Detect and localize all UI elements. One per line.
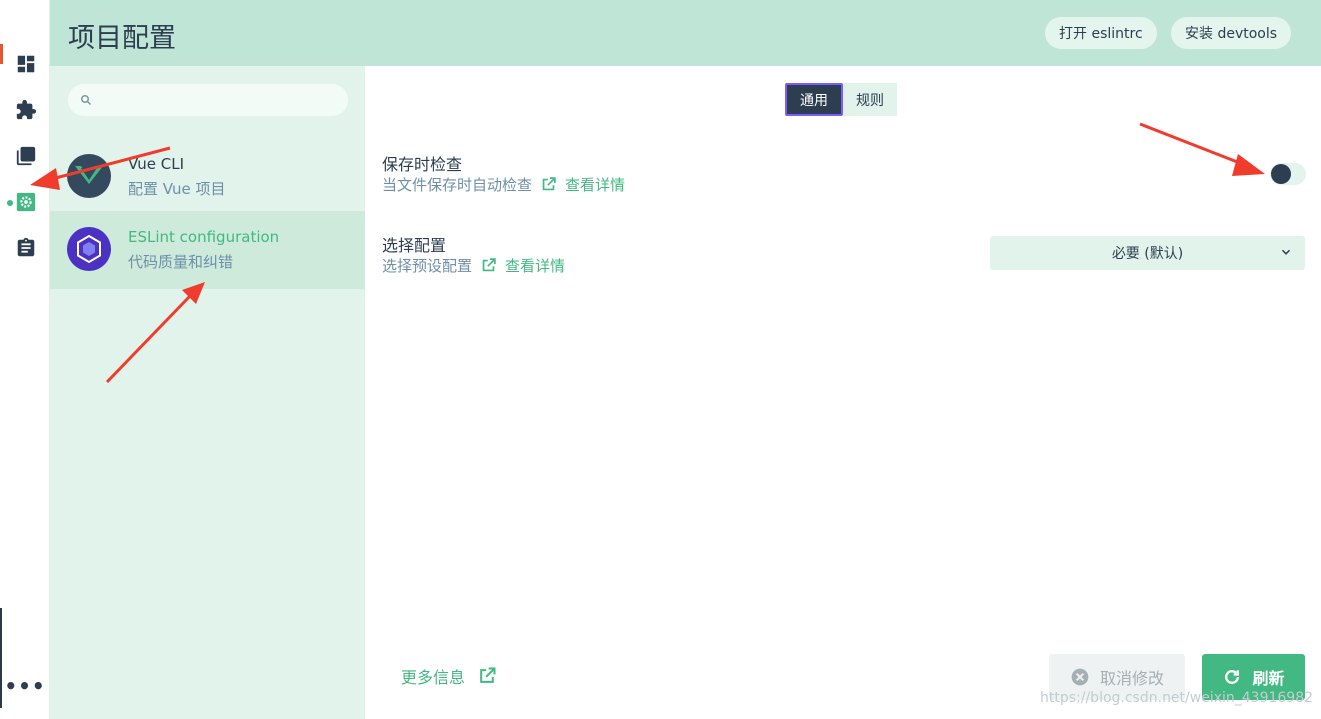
- plugin-description: 配置 Vue 项目: [128, 180, 226, 198]
- external-link-icon: [480, 667, 496, 683]
- refresh-icon: [1225, 670, 1240, 684]
- external-link-icon[interactable]: [480, 257, 497, 274]
- search-box: [68, 84, 348, 116]
- plugin-item-eslint[interactable]: ESLint configuration 代码质量和纠错: [50, 211, 365, 289]
- lint-on-save-description: 当文件保存时自动检查: [382, 176, 533, 194]
- search-icon: [81, 95, 92, 106]
- cancel-circle-icon: [1071, 668, 1089, 686]
- toggle-knob: [1271, 164, 1291, 184]
- page-header: 项目配置 打开 eslintrc 安装 devtools: [50, 0, 1321, 66]
- config-content: 通用 规则 保存时检查 当文件保存时自动检查 查看详情 选择配置 选择预设配置 …: [365, 66, 1321, 719]
- vue-logo-icon: [67, 154, 111, 198]
- config-description: 选择预设配置: [382, 257, 473, 275]
- cancel-label: 取消修改: [1099, 669, 1164, 688]
- lint-on-save-details-link[interactable]: 查看详情: [565, 174, 625, 195]
- chevron-down-icon: [1281, 249, 1291, 255]
- open-eslintrc-button[interactable]: 打开 eslintrc: [1045, 17, 1157, 49]
- search-input[interactable]: [100, 92, 340, 108]
- tab-general[interactable]: 通用: [785, 83, 843, 116]
- eslint-logo-icon: [67, 227, 111, 271]
- library-dependencies-icon: [16, 146, 36, 166]
- config-tabs: 通用 规则: [785, 83, 897, 116]
- config-selected-value: 必要 (默认): [1111, 246, 1184, 262]
- lint-on-save-toggle[interactable]: [1270, 163, 1306, 185]
- page-title: 项目配置: [68, 23, 176, 54]
- more-info-link[interactable]: 更多信息: [401, 664, 497, 688]
- lint-on-save-label: 保存时检查: [382, 155, 463, 174]
- refresh-label: 刷新: [1252, 669, 1285, 688]
- gear-configuration-icon: [16, 192, 36, 212]
- plugin-sidebar: Vue CLI 配置 Vue 项目 ESLint configuration 代…: [50, 66, 365, 719]
- more-info-label: 更多信息: [401, 668, 466, 687]
- config-select-dropdown[interactable]: 必要 (默认): [990, 236, 1305, 270]
- app-window: ••• 项目配置 打开 eslintrc 安装 devtools Vue CLI…: [0, 0, 1321, 719]
- plugin-name: ESLint configuration: [128, 228, 280, 246]
- plugin-description: 代码质量和纠错: [128, 253, 234, 271]
- external-link-icon[interactable]: [540, 176, 557, 193]
- install-devtools-button[interactable]: 安装 devtools: [1171, 17, 1292, 49]
- background-window-edge: [0, 44, 3, 64]
- rail-configuration-button[interactable]: [12, 188, 40, 216]
- config-description-row: 选择预设配置 查看详情: [382, 255, 565, 276]
- config-details-link[interactable]: 查看详情: [505, 255, 565, 276]
- plugin-item-vue-cli[interactable]: Vue CLI 配置 Vue 项目: [50, 138, 365, 216]
- rail-dependencies-button[interactable]: [12, 142, 40, 170]
- rail-tasks-button[interactable]: [12, 234, 40, 262]
- tab-rules[interactable]: 规则: [843, 83, 897, 116]
- puzzle-plugin-icon: [16, 99, 37, 120]
- config-select-label: 选择配置: [382, 236, 447, 255]
- rail-plugins-button[interactable]: [12, 96, 40, 124]
- more-menu-button[interactable]: •••: [4, 672, 44, 700]
- clipboard-tasks-icon: [17, 237, 35, 257]
- rail-dashboard-button[interactable]: [12, 50, 40, 78]
- watermark: https://blog.csdn.net/weixin_43916982: [1040, 690, 1314, 706]
- dashboard-icon: [17, 55, 35, 73]
- left-nav-rail: •••: [0, 0, 50, 719]
- plugin-name: Vue CLI: [128, 155, 185, 173]
- lint-on-save-description-row: 当文件保存时自动检查 查看详情: [382, 174, 625, 195]
- background-window-edge: [0, 608, 2, 708]
